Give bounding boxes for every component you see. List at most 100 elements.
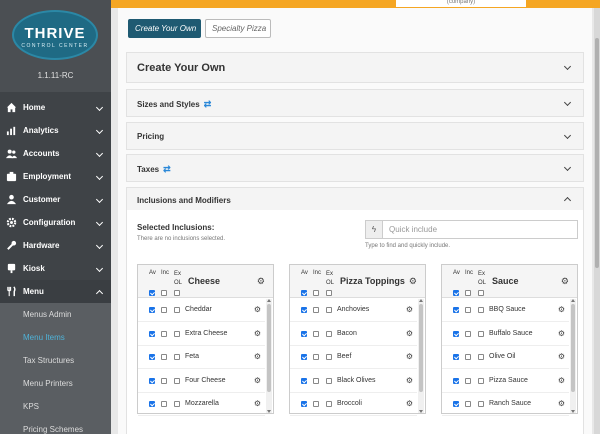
header-checkbox-included[interactable]	[161, 290, 167, 296]
checkbox-available[interactable]	[149, 401, 155, 407]
checkbox-exclude[interactable]	[478, 354, 484, 360]
gear-icon[interactable]: ⚙	[558, 376, 565, 385]
gear-icon[interactable]: ⚙	[254, 352, 261, 361]
checkbox-included[interactable]	[465, 377, 471, 384]
checkbox-available[interactable]	[453, 354, 459, 360]
checkbox-included[interactable]	[161, 354, 167, 360]
checkbox-included[interactable]	[161, 307, 167, 313]
scroll-up-icon[interactable]	[267, 299, 271, 302]
quick-include-field[interactable]: ϟ Quick include	[365, 220, 578, 239]
sidebar-subitem-menu-items[interactable]: Menu Items	[0, 326, 111, 349]
scrollbar-thumb[interactable]	[595, 38, 599, 268]
header-checkbox-available[interactable]	[453, 290, 459, 296]
gear-icon[interactable]: ⚙	[257, 276, 265, 287]
scrollbar-thumb[interactable]	[419, 304, 423, 392]
header-checkbox-exclude[interactable]	[478, 290, 484, 296]
sidebar-item-customer[interactable]: Customer	[0, 188, 111, 211]
scroll-down-icon[interactable]	[267, 410, 271, 413]
checkbox-included[interactable]	[313, 377, 319, 384]
tab-create-your-own[interactable]: Create Your Own	[128, 19, 201, 38]
gear-icon[interactable]: ⚙	[558, 399, 565, 408]
checkbox-available[interactable]	[149, 307, 155, 313]
sidebar-subitem-pricing-schemes[interactable]: Pricing Schemes	[0, 418, 111, 434]
checkbox-available[interactable]	[301, 307, 307, 313]
checkbox-exclude[interactable]	[326, 401, 332, 407]
group-scrollbar[interactable]	[418, 299, 424, 413]
checkbox-exclude[interactable]	[174, 330, 180, 337]
checkbox-exclude[interactable]	[478, 330, 484, 337]
checkbox-included[interactable]	[313, 330, 319, 337]
gear-icon[interactable]: ⚙	[254, 329, 261, 338]
scrollbar-thumb[interactable]	[267, 304, 271, 392]
checkbox-included[interactable]	[161, 401, 167, 407]
checkbox-available[interactable]	[453, 330, 459, 337]
checkbox-exclude[interactable]	[326, 330, 332, 337]
group-scrollbar[interactable]	[266, 299, 272, 413]
checkbox-available[interactable]	[301, 377, 307, 384]
scroll-down-icon[interactable]	[419, 410, 423, 413]
header-checkbox-exclude[interactable]	[174, 290, 180, 296]
checkbox-included[interactable]	[161, 330, 167, 337]
sidebar-item-analytics[interactable]: Analytics	[0, 119, 111, 142]
group-scrollbar[interactable]	[570, 299, 576, 413]
checkbox-exclude[interactable]	[326, 307, 332, 313]
sidebar-item-employment[interactable]: Employment	[0, 165, 111, 188]
gear-icon[interactable]: ⚙	[406, 305, 413, 314]
checkbox-available[interactable]	[453, 401, 459, 407]
header-checkbox-available[interactable]	[301, 290, 307, 296]
checkbox-included[interactable]	[313, 354, 319, 360]
sidebar-item-kiosk[interactable]: Kiosk	[0, 257, 111, 280]
panel-inclusions-and-modifiers[interactable]: Inclusions and Modifiers	[126, 187, 584, 211]
gear-icon[interactable]: ⚙	[406, 352, 413, 361]
checkbox-exclude[interactable]	[326, 377, 332, 384]
sidebar-item-configuration[interactable]: Configuration	[0, 211, 111, 234]
gear-icon[interactable]: ⚙	[409, 276, 417, 287]
panel-sizes-and-styles[interactable]: Sizes and Styles ⇄	[126, 89, 584, 117]
checkbox-exclude[interactable]	[478, 401, 484, 407]
gear-icon[interactable]: ⚙	[406, 329, 413, 338]
panel-taxes[interactable]: Taxes ⇄	[126, 154, 584, 182]
checkbox-included[interactable]	[465, 354, 471, 360]
gear-icon[interactable]: ⚙	[558, 329, 565, 338]
checkbox-included[interactable]	[465, 401, 471, 407]
checkbox-available[interactable]	[301, 330, 307, 337]
gear-icon[interactable]: ⚙	[406, 376, 413, 385]
checkbox-exclude[interactable]	[174, 377, 180, 384]
company-selector[interactable]: (company)	[396, 0, 526, 7]
sidebar-item-accounts[interactable]: Accounts	[0, 142, 111, 165]
checkbox-exclude[interactable]	[174, 354, 180, 360]
scrollbar-thumb[interactable]	[571, 304, 575, 392]
sidebar-subitem-menu-printers[interactable]: Menu Printers	[0, 372, 111, 395]
checkbox-included[interactable]	[465, 307, 471, 313]
gear-icon[interactable]: ⚙	[561, 276, 569, 287]
checkbox-included[interactable]	[161, 377, 167, 384]
tab-specialty-pizza[interactable]: Specialty Pizza	[205, 19, 271, 38]
checkbox-exclude[interactable]	[174, 401, 180, 407]
gear-icon[interactable]: ⚙	[254, 399, 261, 408]
panel-create-your-own[interactable]: Create Your Own	[126, 52, 584, 83]
gear-icon[interactable]: ⚙	[406, 399, 413, 408]
scroll-up-icon[interactable]	[571, 299, 575, 302]
checkbox-available[interactable]	[149, 330, 155, 337]
page-scrollbar[interactable]	[594, 8, 600, 434]
header-checkbox-included[interactable]	[465, 290, 471, 296]
checkbox-included[interactable]	[313, 307, 319, 313]
header-checkbox-available[interactable]	[149, 290, 155, 296]
sidebar-item-hardware[interactable]: Hardware	[0, 234, 111, 257]
gear-icon[interactable]: ⚙	[558, 305, 565, 314]
sidebar-item-home[interactable]: Home	[0, 96, 111, 119]
scroll-down-icon[interactable]	[571, 410, 575, 413]
panel-pricing[interactable]: Pricing	[126, 122, 584, 150]
checkbox-included[interactable]	[313, 401, 319, 407]
checkbox-available[interactable]	[453, 377, 459, 384]
gear-icon[interactable]: ⚙	[558, 352, 565, 361]
checkbox-exclude[interactable]	[174, 307, 180, 313]
checkbox-exclude[interactable]	[478, 377, 484, 384]
checkbox-available[interactable]	[453, 307, 459, 313]
header-checkbox-included[interactable]	[313, 290, 319, 296]
sidebar-item-menu[interactable]: Menu	[0, 280, 111, 303]
sidebar-subitem-tax-structures[interactable]: Tax Structures	[0, 349, 111, 372]
checkbox-available[interactable]	[301, 401, 307, 407]
checkbox-available[interactable]	[149, 354, 155, 360]
checkbox-available[interactable]	[301, 354, 307, 360]
